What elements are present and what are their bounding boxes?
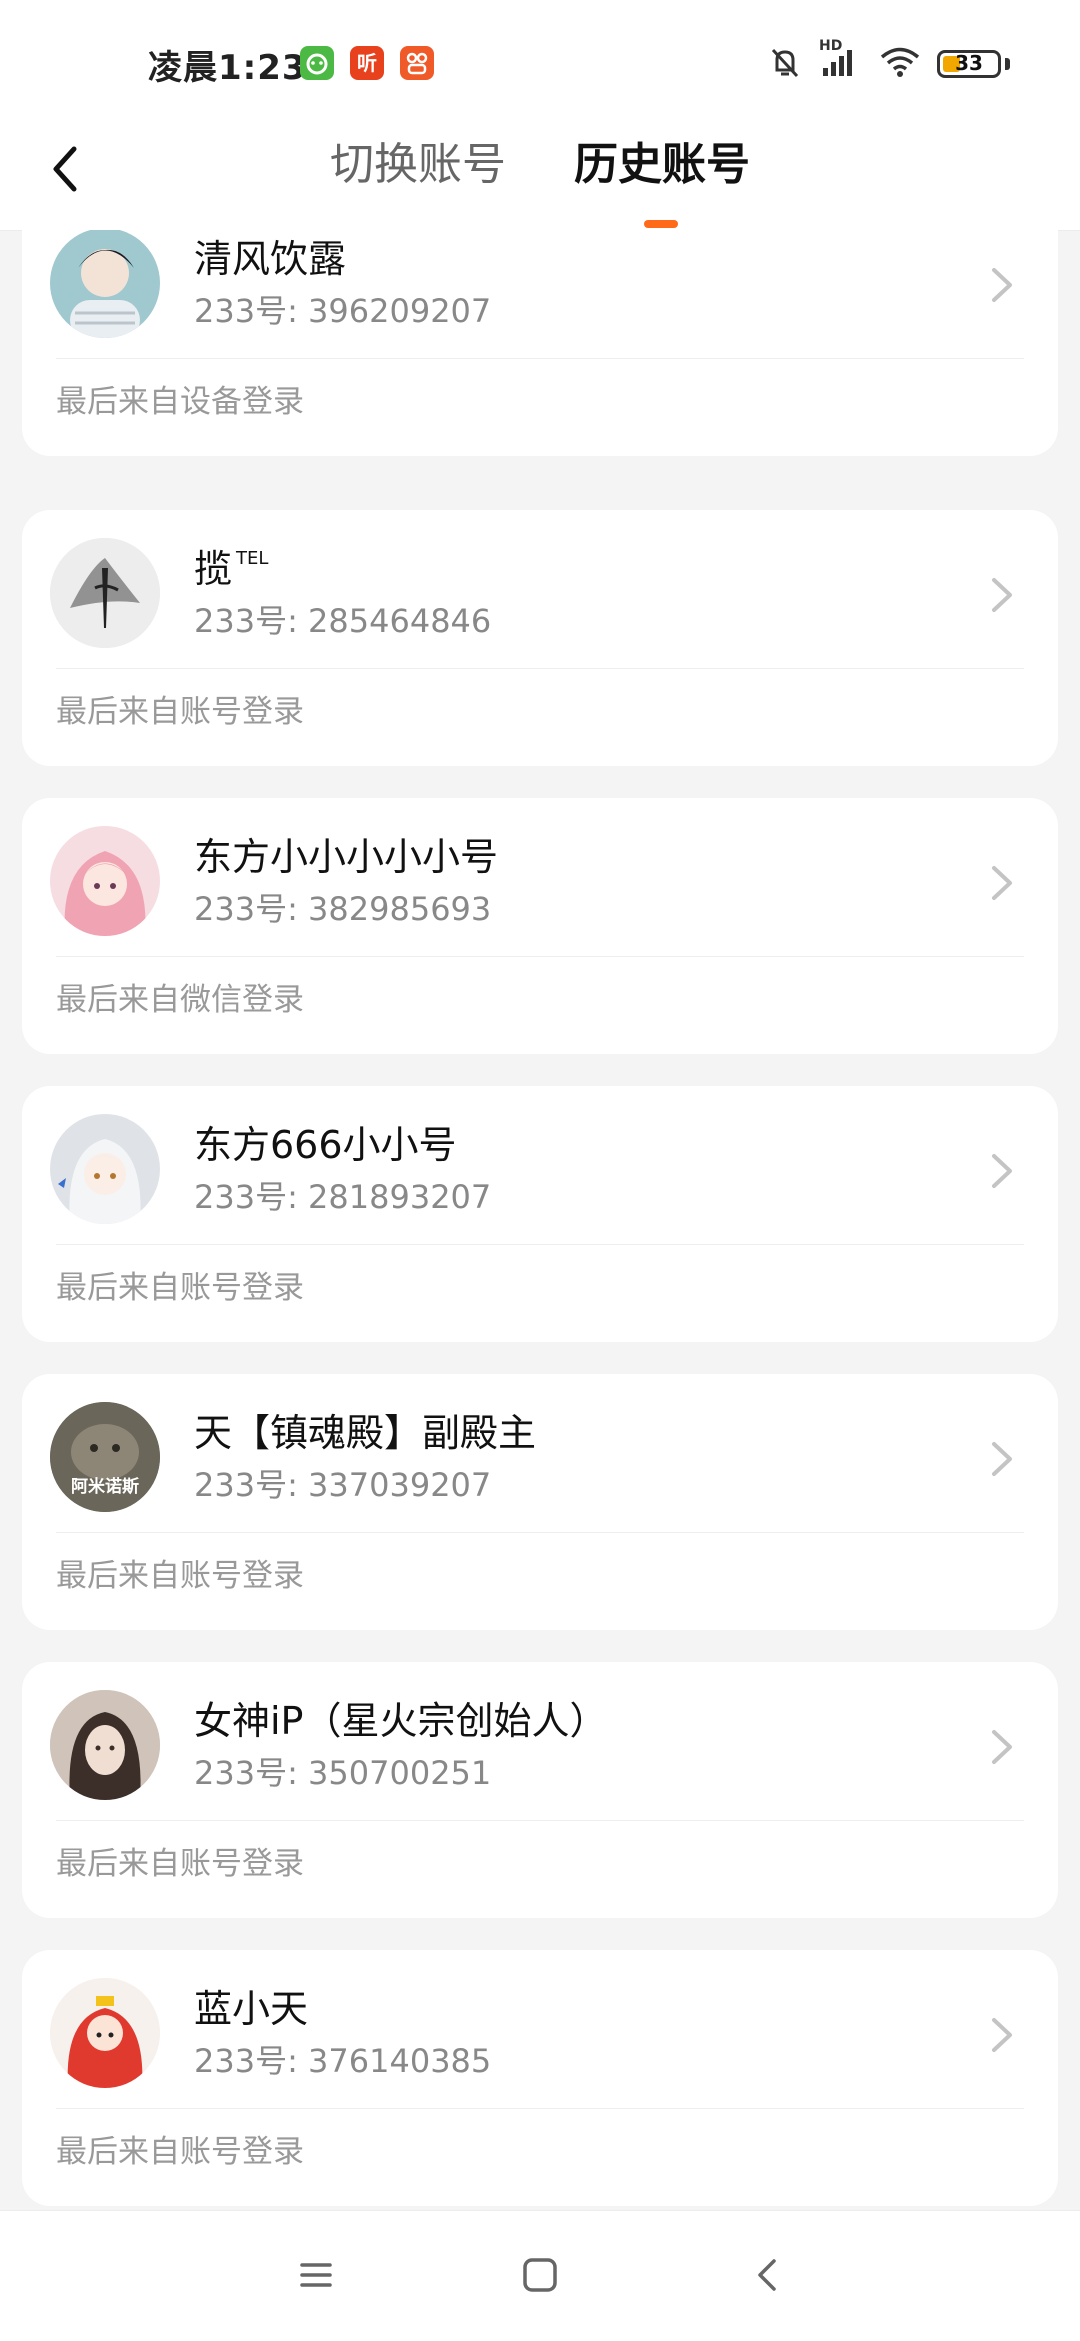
avatar xyxy=(50,1690,160,1800)
account-name: 蓝小天 xyxy=(194,1987,309,2031)
chevron-right-icon xyxy=(992,578,1012,612)
chevron-right-icon xyxy=(992,866,1012,900)
account-id: 233号: 350700251 xyxy=(194,1754,492,1792)
avatar: 阿米诺斯 xyxy=(50,1402,160,1512)
account-name: 东方666小小号 xyxy=(194,1123,457,1167)
battery-level: 33 xyxy=(955,51,983,75)
back-icon[interactable] xyxy=(740,2247,796,2303)
login-source: 最后来自设备登录 xyxy=(56,384,304,420)
divider xyxy=(56,668,1024,669)
account-id: 233号: 382985693 xyxy=(194,890,492,928)
chevron-right-icon xyxy=(992,268,1012,302)
chevron-right-icon xyxy=(992,1442,1012,1476)
tab-switch-account[interactable]: 切换账号 xyxy=(330,130,506,200)
divider xyxy=(56,2108,1024,2109)
account-card[interactable]: 蓝小天 233号: 376140385 最后来自账号登录 xyxy=(22,1950,1058,2206)
account-card[interactable]: 阿米诺斯 天【镇魂殿】副殿主 233号: 337039207 最后来自账号登录 xyxy=(22,1374,1058,1630)
account-name: 天【镇魂殿】副殿主 xyxy=(194,1411,537,1455)
account-id: 233号: 396209207 xyxy=(194,292,492,330)
home-icon[interactable] xyxy=(512,2247,568,2303)
account-id: 233号: 337039207 xyxy=(194,1466,492,1504)
app-icon xyxy=(400,46,434,80)
avatar xyxy=(50,826,160,936)
mute-bell-icon xyxy=(767,44,803,84)
avatar xyxy=(50,538,160,648)
account-id: 233号: 376140385 xyxy=(194,2042,492,2080)
chevron-right-icon xyxy=(992,2018,1012,2052)
login-source: 最后来自账号登录 xyxy=(56,2134,304,2170)
ting-icon: 听 xyxy=(350,46,384,80)
divider xyxy=(56,1820,1024,1821)
status-time: 凌晨1:23 xyxy=(148,48,307,88)
header: 切换账号 历史账号 xyxy=(0,130,1080,231)
account-name-text: 揽 xyxy=(194,547,233,591)
login-source: 最后来自账号登录 xyxy=(56,694,304,730)
divider xyxy=(56,956,1024,957)
status-bar: 凌晨1:23 听 HD 33 xyxy=(0,0,1080,130)
menu-icon[interactable] xyxy=(288,2247,344,2303)
account-id: 233号: 285464846 xyxy=(194,602,492,640)
divider xyxy=(56,1532,1024,1533)
network-type-label: HD xyxy=(819,38,843,54)
account-card[interactable]: 清风饮露 233号: 396209207 最后来自设备登录 xyxy=(22,230,1058,456)
account-card[interactable]: 揽 TEL 233号: 285464846 最后来自账号登录 xyxy=(22,510,1058,766)
account-card[interactable]: 女神iP（星火宗创始人） 233号: 350700251 最后来自账号登录 xyxy=(22,1662,1058,1918)
account-list[interactable]: 清风饮露 233号: 396209207 最后来自设备登录 揽 TEL 233号:… xyxy=(0,230,1080,2210)
account-name: 揽 TEL xyxy=(194,538,268,593)
avatar xyxy=(50,230,160,338)
login-source: 最后来自微信登录 xyxy=(56,982,304,1018)
back-arrow-icon xyxy=(53,146,77,192)
login-source: 最后来自账号登录 xyxy=(56,1846,304,1882)
chevron-right-icon xyxy=(992,1154,1012,1188)
login-source: 最后来自账号登录 xyxy=(56,1270,304,1306)
login-source: 最后来自账号登录 xyxy=(56,1558,304,1594)
status-indicators: HD 33 xyxy=(767,38,1010,88)
android-icon xyxy=(300,46,334,80)
divider xyxy=(56,1244,1024,1245)
avatar-caption: 阿米诺斯 xyxy=(71,1477,139,1497)
tel-badge: TEL xyxy=(236,548,269,569)
account-id: 233号: 281893207 xyxy=(194,1178,492,1216)
account-name: 女神iP（星火宗创始人） xyxy=(194,1699,608,1743)
signal-icon: HD xyxy=(819,38,863,84)
battery-icon: 33 xyxy=(937,50,1001,78)
active-tab-indicator xyxy=(644,220,678,228)
account-name: 清风饮露 xyxy=(194,237,347,281)
account-card[interactable]: 东方666小小号 233号: 281893207 最后来自账号登录 xyxy=(22,1086,1058,1342)
divider xyxy=(56,358,1024,359)
account-name: 东方小小小小小号 xyxy=(194,835,499,879)
avatar xyxy=(50,1978,160,2088)
avatar xyxy=(50,1114,160,1224)
account-card[interactable]: 东方小小小小小号 233号: 382985693 最后来自微信登录 xyxy=(22,798,1058,1054)
tab-history-account[interactable]: 历史账号 xyxy=(574,130,750,200)
system-nav-bar xyxy=(0,2210,1080,2341)
back-button[interactable] xyxy=(36,134,96,204)
chevron-right-icon xyxy=(992,1730,1012,1764)
wifi-icon xyxy=(879,44,921,84)
